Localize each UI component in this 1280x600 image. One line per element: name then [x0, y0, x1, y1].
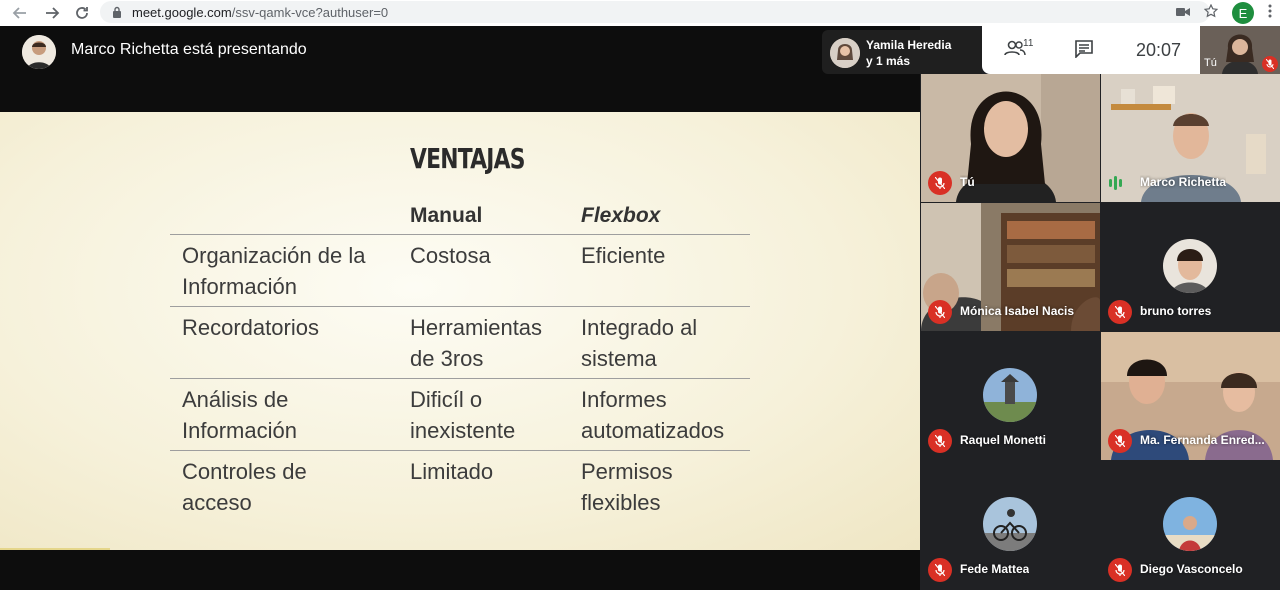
slide-title: VENTAJAS — [410, 142, 526, 175]
chat-icon[interactable] — [1074, 40, 1094, 63]
participant-tile[interactable]: Marco Richetta — [1101, 74, 1280, 202]
participant-name: Ma. Fernanda Enred... — [1140, 433, 1265, 447]
profile-avatar[interactable]: E — [1232, 2, 1254, 24]
participant-tile[interactable]: Diego Vasconcelo — [1101, 461, 1280, 589]
mic-off-icon — [1108, 300, 1132, 324]
mic-off-icon — [928, 171, 952, 195]
column-header-manual: Manual — [410, 204, 483, 227]
column-header-flexbox: Flexbox — [581, 204, 661, 227]
participant-tile[interactable]: Mónica Isabel Nacis — [921, 203, 1100, 331]
participant-tile[interactable]: Fede Mattea — [921, 461, 1100, 589]
table-cell: Organización de la Información — [182, 243, 366, 299]
mic-off-icon — [928, 558, 952, 582]
people-count: 11 — [1023, 38, 1034, 49]
table-cell: Controles de acceso — [182, 459, 307, 515]
active-speaker-pill[interactable]: Yamila Heredia y 1 más — [822, 30, 982, 74]
bottom-strip — [0, 590, 1280, 600]
participant-tile[interactable]: Tú — [921, 74, 1100, 202]
participant-name: Tú — [960, 175, 975, 189]
table-cell: Costosa — [410, 243, 491, 268]
presenter-bar: Marco Richetta está presentando — [0, 26, 920, 112]
forward-arrow-icon[interactable] — [42, 3, 62, 23]
back-arrow-icon[interactable] — [10, 3, 30, 23]
mic-off-icon — [1108, 429, 1132, 453]
participant-avatar — [1163, 239, 1217, 293]
self-label: Tú — [1204, 57, 1217, 69]
presenter-title: Marco Richetta está presentando — [71, 41, 307, 58]
table-divider — [170, 450, 750, 451]
participant-avatar — [1163, 497, 1217, 551]
self-view-tile[interactable]: Tú — [1200, 26, 1280, 74]
participant-tile[interactable]: bruno torres — [1101, 203, 1280, 331]
participant-name: Marco Richetta — [1140, 175, 1227, 189]
address-bar[interactable]: meet.google.com/ssv-qamk-vce?authuser=0 — [100, 1, 1210, 23]
participant-name: Mónica Isabel Nacis — [960, 304, 1075, 318]
url-host: meet.google.com — [132, 4, 232, 20]
table-cell: Recordatorios — [182, 315, 319, 340]
table-cell: Permisos flexibles — [581, 459, 673, 515]
speaker-name: Yamila Heredia — [866, 38, 952, 52]
participant-name: Diego Vasconcelo — [1140, 562, 1243, 576]
lock-icon — [113, 6, 121, 18]
mic-off-icon — [1262, 56, 1278, 72]
meet-window: Marco Richetta está presentando VENTAJAS… — [0, 26, 1280, 600]
table-cell: Limitado — [410, 459, 494, 484]
mic-off-icon — [928, 429, 952, 453]
mic-off-icon — [928, 300, 952, 324]
participant-avatar — [983, 497, 1037, 551]
table-cell: Análisis de Información — [182, 387, 297, 443]
reload-icon[interactable] — [72, 3, 92, 23]
slide-bottom-bar — [0, 550, 920, 590]
table-cell: Dificíl o inexistente — [410, 387, 516, 443]
table-cell: Herramientas de 3ros — [410, 315, 543, 371]
table-divider — [170, 234, 750, 235]
table-divider — [170, 378, 750, 379]
browser-toolbar: meet.google.com/ssv-qamk-vce?authuser=0 … — [0, 0, 1280, 26]
table-cell: Informes automatizados — [581, 387, 725, 443]
meeting-clock: 20:07 — [1136, 40, 1182, 60]
bookmark-star-icon[interactable] — [1203, 3, 1219, 23]
participant-tile[interactable]: Ma. Fernanda Enred... — [1101, 332, 1280, 460]
table-cell: Eficiente — [581, 243, 666, 268]
table-divider — [170, 306, 750, 307]
meeting-controls: 11 20:07 — [982, 26, 1200, 74]
participant-name: bruno torres — [1140, 304, 1212, 318]
presentation-slide: VENTAJAS Manual Flexbox Organización de … — [0, 112, 920, 550]
more-menu-icon[interactable] — [1268, 4, 1272, 23]
url-path: /ssv-qamk-vce?authuser=0 — [231, 4, 389, 20]
participant-name: Fede Mattea — [960, 562, 1030, 576]
speaker-more: y 1 más — [866, 54, 911, 68]
participant-avatar — [983, 368, 1037, 422]
table-cell: Integrado al sistema — [581, 315, 698, 371]
presenter-avatar — [22, 35, 56, 69]
mic-off-icon — [1108, 558, 1132, 582]
speaker-avatar — [830, 38, 860, 68]
speaking-indicator-icon — [1109, 175, 1129, 191]
participant-name: Raquel Monetti — [960, 433, 1046, 447]
camera-icon[interactable] — [1176, 4, 1190, 22]
participant-tile[interactable]: Raquel Monetti — [921, 332, 1100, 460]
